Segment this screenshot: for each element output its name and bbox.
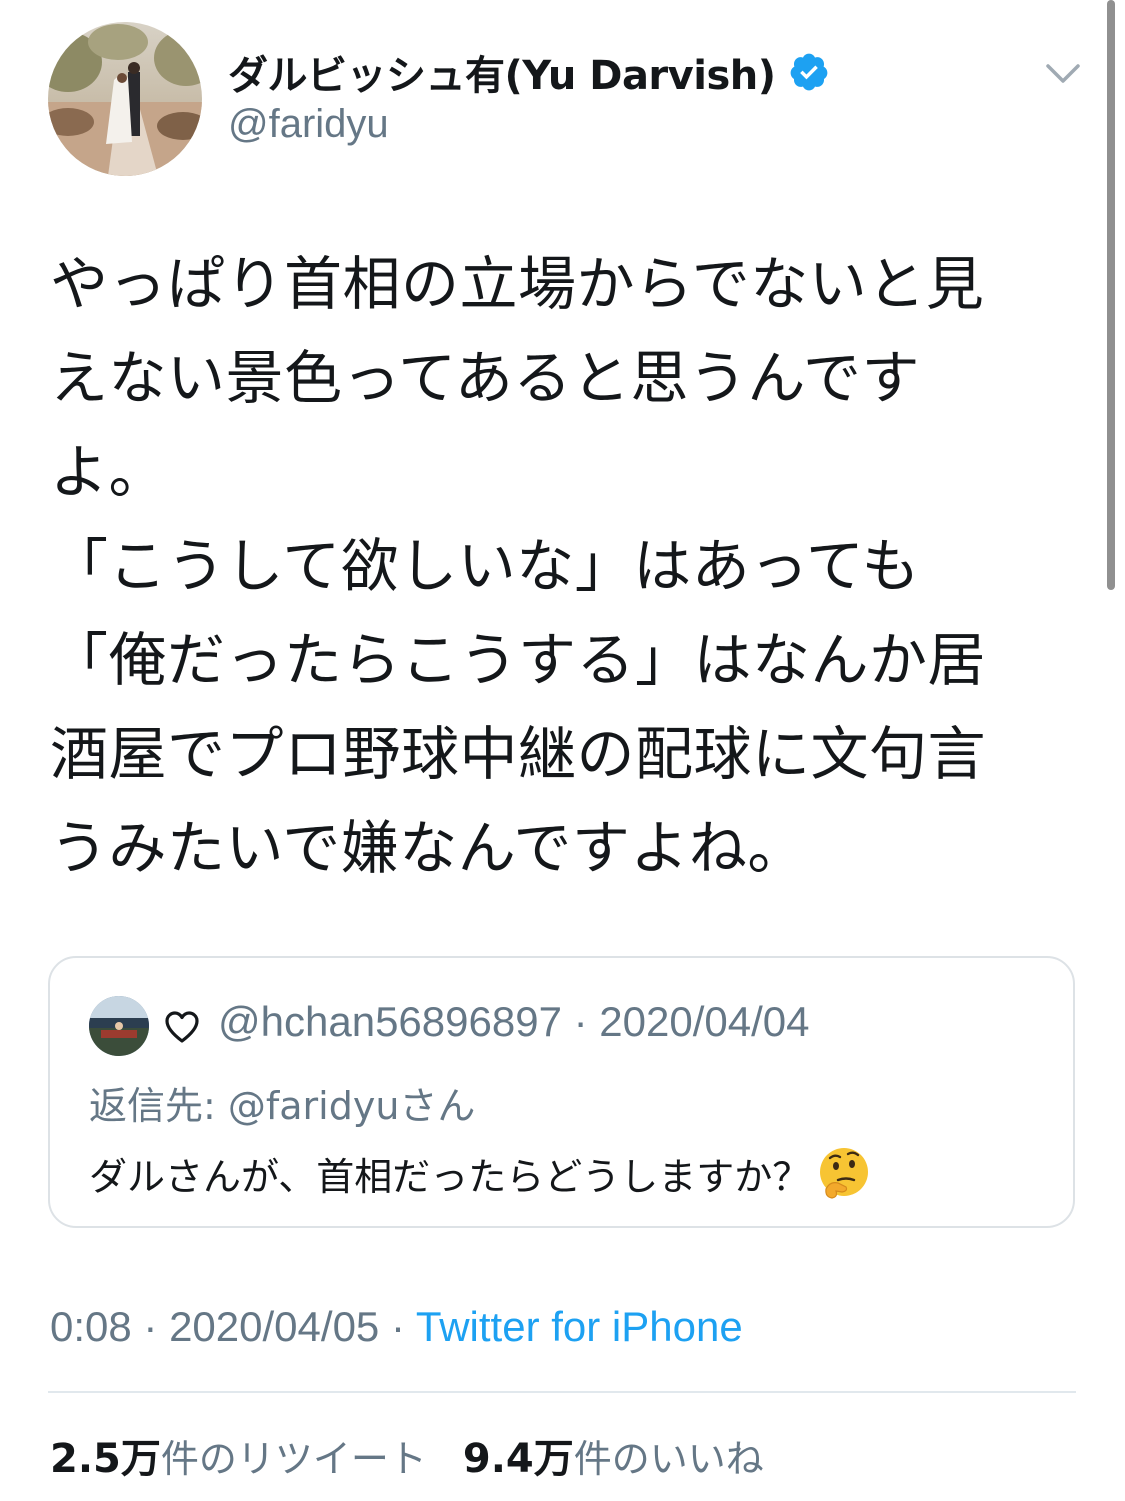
user-handle[interactable]: @faridyu (228, 102, 389, 147)
meta-separator: · (131, 1303, 170, 1350)
chevron-down-icon[interactable] (1044, 60, 1082, 88)
quoted-user-handle[interactable]: @hchan56896897 (218, 998, 562, 1045)
tweet-text: やっぱり首相の立場からでないと見 えない景色ってあると思うんです よ。 「こうし… (50, 250, 987, 882)
thinking-face-icon (816, 1145, 872, 1201)
retweet-label: 件のリツイート (160, 1437, 427, 1481)
quoted-tweet-card[interactable]: @hchan56896897 · 2020/04/04 返信先: @faridy… (48, 956, 1075, 1228)
user-name-row: ダルビッシュ有(Yu Darvish) (228, 44, 830, 100)
like-count: 9.4万 (462, 1436, 574, 1482)
quoted-reply-to: 返信先: @faridyuさん (89, 1084, 476, 1128)
quoted-tweet-text: ダルさんが、首相だったらどうしますか？ (89, 1154, 811, 1199)
display-name[interactable]: ダルビッシュ有(Yu Darvish) (228, 43, 776, 101)
quoted-tweet-meta: @hchan56896897 · 2020/04/04 (218, 998, 810, 1046)
verified-badge-icon (788, 51, 830, 93)
quoted-user-avatar[interactable] (89, 996, 149, 1056)
retweet-stat[interactable]: 2.5万件のリツイート (50, 1426, 427, 1484)
tweet-date: 2020/04/05 (169, 1303, 380, 1350)
quoted-separator: · (573, 998, 588, 1045)
heart-icon (164, 1010, 200, 1044)
tweet-meta-row: 0:08 · 2020/04/05 · Twitter for iPhone (50, 1303, 743, 1351)
like-label: 件のいいね (573, 1437, 764, 1481)
quoted-date: 2020/04/04 (599, 998, 810, 1045)
retweet-count: 2.5万 (50, 1436, 161, 1482)
avatar[interactable] (48, 22, 202, 176)
tweet-time: 0:08 (50, 1303, 132, 1350)
like-stat[interactable]: 9.4万件のいいね (463, 1426, 764, 1484)
meta-separator: · (379, 1303, 416, 1350)
quoted-tweet-text-row: ダルさんが、首相だったらどうしますか？ (89, 1145, 872, 1201)
scrollbar[interactable] (1107, 0, 1115, 590)
source-link[interactable]: Twitter for iPhone (416, 1303, 743, 1350)
stats-row: 2.5万件のリツイート 9.4万件のいいね (50, 1426, 764, 1484)
divider (48, 1391, 1076, 1393)
